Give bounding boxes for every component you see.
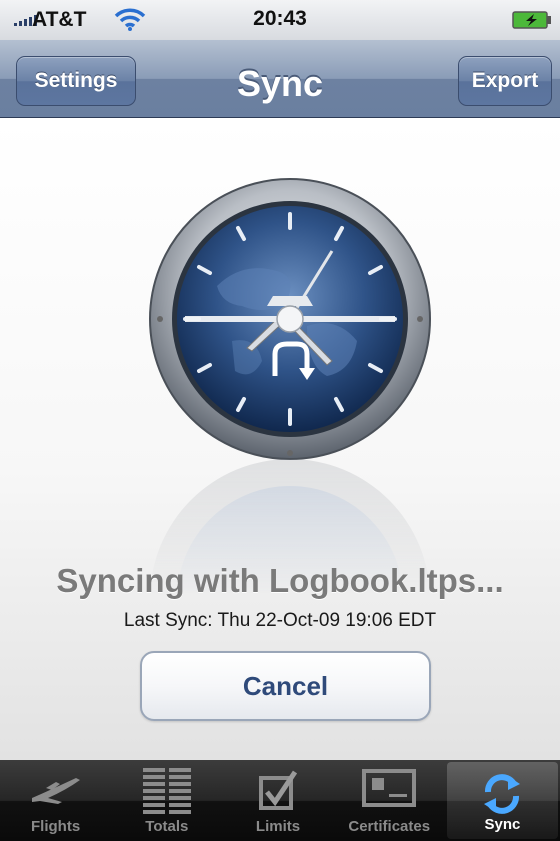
last-sync-text: Last Sync: Thu 22-Oct-09 19:06 EDT — [123, 610, 437, 631]
export-button[interactable]: Export — [458, 56, 552, 106]
tab-label: Sync — [484, 816, 521, 833]
tab-label: Certificates — [348, 818, 431, 835]
tab-sync[interactable]: Sync — [446, 762, 559, 839]
sync-status-text: Syncing with Logbook.ltps... — [56, 562, 504, 599]
tab-bar: Flights Totals Limits Certificates Sync — [0, 760, 560, 841]
status-time: 20:43 — [253, 7, 307, 30]
certificate-icon — [362, 769, 417, 807]
tab-limits[interactable]: Limits — [222, 760, 333, 841]
tab-flights[interactable]: Flights — [0, 760, 111, 841]
tab-label: Limits — [255, 818, 301, 835]
navigation-bar: Settings Sync Export — [0, 40, 560, 118]
sync-icon — [484, 774, 521, 814]
checkbox-icon — [259, 770, 298, 810]
sync-content: Syncing with Logbook.ltps... Last Sync: … — [0, 119, 560, 760]
cancel-button[interactable]: Cancel — [140, 651, 431, 721]
airplane-icon — [31, 778, 80, 804]
battery-charging-icon — [512, 11, 551, 29]
clock-globe-icon — [147, 176, 433, 462]
tab-label: Totals — [145, 818, 189, 835]
status-bar: AT&T 20:43 — [0, 0, 560, 40]
tab-totals[interactable]: Totals — [111, 760, 222, 841]
totals-icon — [142, 768, 191, 814]
tab-certificates[interactable]: Certificates — [334, 760, 445, 841]
tab-label: Flights — [31, 818, 81, 835]
